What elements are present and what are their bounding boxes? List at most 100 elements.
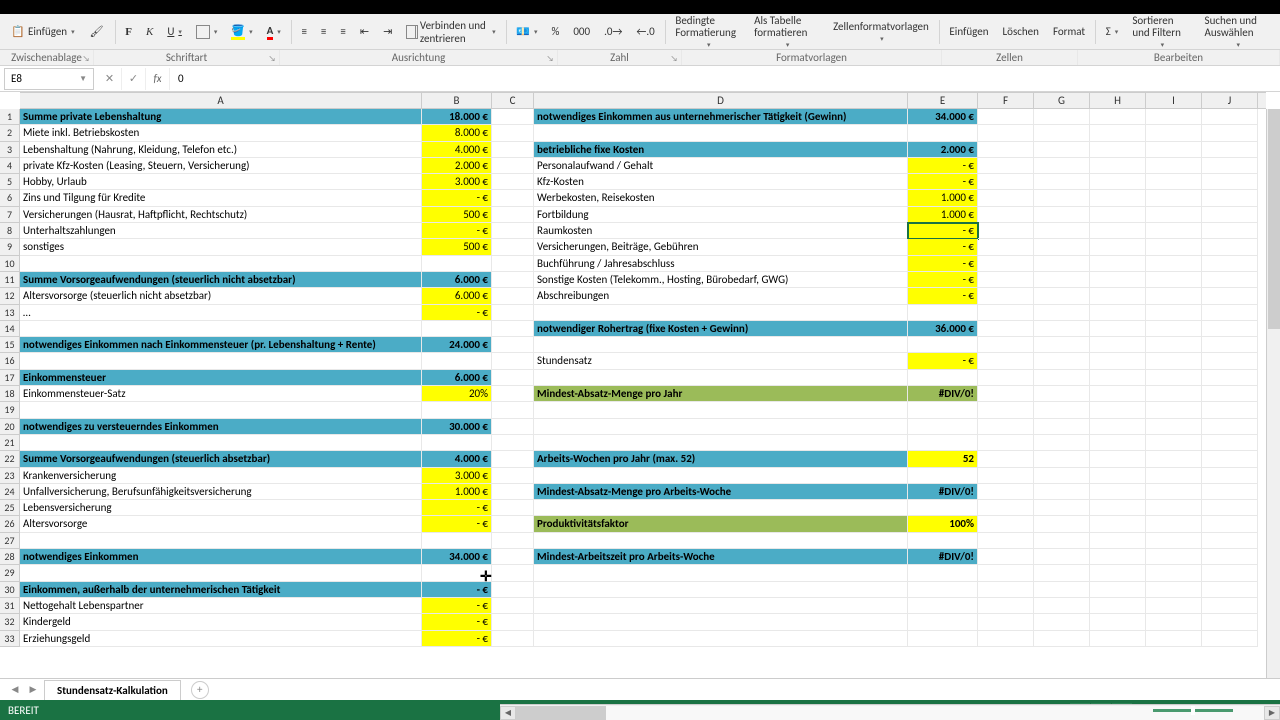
cell[interactable] — [1090, 516, 1146, 532]
cell[interactable] — [1034, 142, 1090, 158]
paste-button[interactable]: 📋Einfügen▾ — [4, 22, 81, 42]
cell[interactable] — [1146, 190, 1202, 206]
cell[interactable] — [20, 353, 422, 369]
cell[interactable] — [534, 500, 908, 516]
launcher-icon[interactable]: ↘ — [669, 54, 679, 64]
cell[interactable] — [978, 370, 1034, 386]
cell[interactable] — [1202, 549, 1258, 565]
fx-button[interactable]: fx — [146, 68, 170, 90]
add-sheet-button[interactable]: + — [191, 681, 209, 699]
dec-dec-button[interactable]: ←.0 — [630, 23, 660, 40]
cell[interactable] — [422, 565, 492, 581]
font-color-button[interactable]: A▾ — [261, 22, 287, 42]
cell[interactable]: Arbeits-Wochen pro Jahr (max. 52) — [534, 451, 908, 467]
cell[interactable]: - € — [908, 174, 978, 190]
cell[interactable] — [1202, 402, 1258, 418]
cell[interactable]: Raumkosten — [534, 223, 908, 239]
cell[interactable] — [1146, 598, 1202, 614]
cell[interactable]: Hobby, Urlaub — [20, 174, 422, 190]
cell[interactable] — [534, 125, 908, 141]
cell[interactable] — [1034, 435, 1090, 451]
cell[interactable] — [492, 565, 534, 581]
cell[interactable] — [492, 386, 534, 402]
cell[interactable] — [908, 533, 978, 549]
cell[interactable]: notwendiges Einkommen nach Einkommensteu… — [20, 337, 422, 353]
cell[interactable] — [1090, 419, 1146, 435]
cell[interactable] — [1202, 419, 1258, 435]
cell[interactable] — [908, 402, 978, 418]
cell[interactable]: Fortbildung — [534, 207, 908, 223]
cell[interactable] — [978, 468, 1034, 484]
cell[interactable]: 24.000 € — [422, 337, 492, 353]
cell[interactable]: - € — [908, 223, 978, 239]
cell[interactable] — [978, 435, 1034, 451]
cell[interactable] — [978, 516, 1034, 532]
cell[interactable]: Mindest-Absatz-Menge pro Jahr — [534, 386, 908, 402]
cell[interactable] — [1146, 125, 1202, 141]
cell[interactable] — [908, 565, 978, 581]
cell[interactable] — [1146, 239, 1202, 255]
cell[interactable] — [1146, 223, 1202, 239]
cell[interactable] — [1090, 386, 1146, 402]
cell[interactable]: - € — [908, 272, 978, 288]
cell[interactable] — [1034, 582, 1090, 598]
cell[interactable] — [1146, 272, 1202, 288]
cell[interactable] — [978, 190, 1034, 206]
autosum-button[interactable]: Σ▾ — [1100, 23, 1125, 40]
cell[interactable] — [978, 223, 1034, 239]
cell[interactable] — [1034, 207, 1090, 223]
as-table-button[interactable]: Als Tabelle formatieren▾ — [748, 13, 825, 51]
cell[interactable] — [1202, 321, 1258, 337]
cell[interactable] — [20, 402, 422, 418]
cell[interactable] — [908, 435, 978, 451]
cell[interactable] — [1146, 484, 1202, 500]
cell[interactable] — [492, 321, 534, 337]
cell[interactable] — [492, 288, 534, 304]
cell[interactable] — [1034, 533, 1090, 549]
cell[interactable]: … — [20, 305, 422, 321]
cell[interactable]: Unterhaltszahlungen — [20, 223, 422, 239]
cell[interactable] — [1146, 533, 1202, 549]
cell[interactable] — [492, 614, 534, 630]
cell[interactable]: notwendiges Einkommen aus unternehmerisc… — [534, 109, 908, 125]
cell[interactable] — [492, 533, 534, 549]
cell[interactable] — [492, 272, 534, 288]
cell[interactable]: 20% — [422, 386, 492, 402]
cell[interactable] — [1034, 402, 1090, 418]
grid[interactable]: Summe private Lebenshaltung18.000 €notwe… — [20, 109, 1266, 678]
cell[interactable] — [492, 549, 534, 565]
format-button[interactable]: Format — [1047, 23, 1091, 40]
cell[interactable]: Summe Vorsorgeaufwendungen (steuerlich a… — [20, 451, 422, 467]
cell[interactable]: 4.000 € — [422, 451, 492, 467]
cell[interactable] — [1146, 549, 1202, 565]
cell[interactable] — [492, 305, 534, 321]
row-headers[interactable]: 1234567891011121314151617181920212223242… — [0, 109, 20, 647]
cell[interactable] — [1090, 468, 1146, 484]
cell[interactable] — [1146, 305, 1202, 321]
cell[interactable] — [978, 125, 1034, 141]
cell[interactable] — [1202, 142, 1258, 158]
cell[interactable] — [492, 337, 534, 353]
cell[interactable] — [492, 353, 534, 369]
cell[interactable] — [1146, 435, 1202, 451]
cell[interactable] — [492, 239, 534, 255]
cell[interactable] — [1202, 500, 1258, 516]
cell[interactable]: - € — [422, 190, 492, 206]
cell[interactable] — [908, 500, 978, 516]
cell[interactable] — [1202, 305, 1258, 321]
cell[interactable] — [1202, 272, 1258, 288]
cell[interactable] — [534, 598, 908, 614]
cell[interactable] — [1090, 288, 1146, 304]
cell[interactable] — [1202, 109, 1258, 125]
cell[interactable]: - € — [422, 614, 492, 630]
cell[interactable] — [1034, 321, 1090, 337]
cell[interactable] — [1034, 272, 1090, 288]
cell[interactable]: 500 € — [422, 207, 492, 223]
cell[interactable] — [534, 337, 908, 353]
cell[interactable] — [1090, 256, 1146, 272]
cell[interactable]: 36.000 € — [908, 321, 978, 337]
cell[interactable]: 6.000 € — [422, 272, 492, 288]
cell[interactable]: 6.000 € — [422, 288, 492, 304]
cell[interactable]: - € — [422, 305, 492, 321]
cell[interactable] — [1090, 533, 1146, 549]
